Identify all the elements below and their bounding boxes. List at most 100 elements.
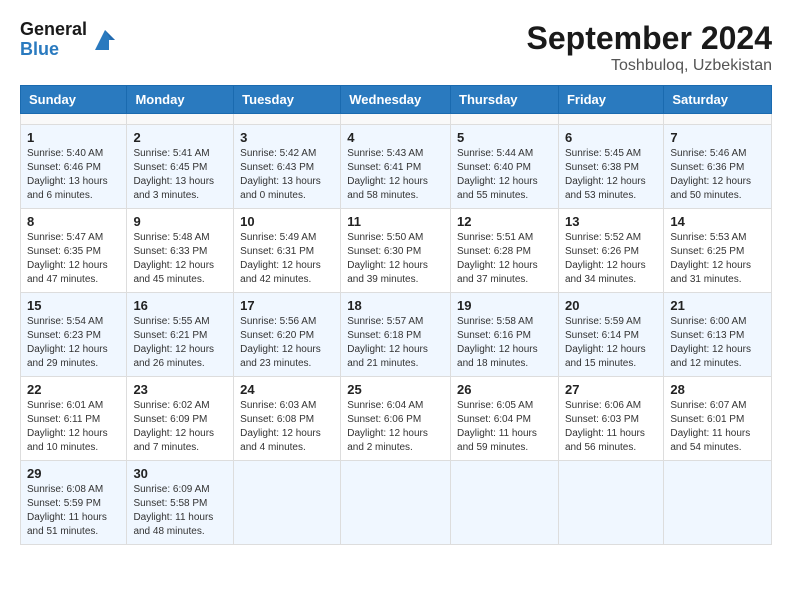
- calendar-cell: 13Sunrise: 5:52 AMSunset: 6:26 PMDayligh…: [558, 209, 663, 293]
- day-header-sunday: Sunday: [21, 86, 127, 114]
- day-number: 18: [347, 298, 444, 313]
- logo: General Blue: [20, 20, 119, 60]
- calendar-cell: 3 Sunrise: 5:42 AMSunset: 6:43 PMDaylight…: [234, 125, 341, 209]
- day-info: Sunrise: 6:06 AMSunset: 6:03 PMDaylight:…: [565, 399, 657, 455]
- calendar-cell: [664, 114, 772, 125]
- calendar-cell: 16 Sunrise: 5:55 AMSunset: 6:21 PMDayligh…: [127, 293, 234, 377]
- day-header-saturday: Saturday: [664, 86, 772, 114]
- calendar-cell: 25 Sunrise: 6:04 AMSunset: 6:06 PMDayligh…: [341, 377, 451, 461]
- calendar-cell: 18 Sunrise: 5:57 AMSunset: 6:18 PMDayligh…: [341, 293, 451, 377]
- day-info: Sunrise: 5:46 AMSunset: 6:36 PMDaylight:…: [670, 147, 765, 203]
- day-info: Sunrise: 6:04 AMSunset: 6:06 PMDaylight:…: [347, 399, 444, 455]
- calendar-cell: 14 Sunrise: 5:53 AMSunset: 6:25 PMDayligh…: [664, 209, 772, 293]
- day-number: 1: [27, 130, 120, 145]
- logo-text: General Blue: [20, 20, 87, 60]
- day-number: 2: [133, 130, 227, 145]
- calendar-cell: 30 Sunrise: 6:09 AMSunset: 5:58 PMDayligh…: [127, 461, 234, 545]
- day-number: 17: [240, 298, 334, 313]
- day-info: Sunrise: 5:53 AMSunset: 6:25 PMDaylight:…: [670, 231, 765, 287]
- calendar-cell: [451, 114, 559, 125]
- day-number: 30: [133, 466, 227, 481]
- day-header-tuesday: Tuesday: [234, 86, 341, 114]
- day-info: Sunrise: 6:03 AMSunset: 6:08 PMDaylight:…: [240, 399, 334, 455]
- day-info: Sunrise: 5:52 AMSunset: 6:26 PMDaylight:…: [565, 231, 657, 287]
- day-info: Sunrise: 5:54 AMSunset: 6:23 PMDaylight:…: [27, 315, 120, 371]
- day-number: 11: [347, 214, 444, 229]
- calendar-cell: 19 Sunrise: 5:58 AMSunset: 6:16 PMDayligh…: [451, 293, 559, 377]
- calendar-cell: 20Sunrise: 5:59 AMSunset: 6:14 PMDayligh…: [558, 293, 663, 377]
- calendar-cell: [127, 114, 234, 125]
- calendar-cell: 23 Sunrise: 6:02 AMSunset: 6:09 PMDayligh…: [127, 377, 234, 461]
- calendar-cell: 24 Sunrise: 6:03 AMSunset: 6:08 PMDayligh…: [234, 377, 341, 461]
- day-number: 15: [27, 298, 120, 313]
- calendar-cell: 7 Sunrise: 5:46 AMSunset: 6:36 PMDaylight…: [664, 125, 772, 209]
- day-number: 8: [27, 214, 120, 229]
- day-header-friday: Friday: [558, 86, 663, 114]
- calendar-cell: 15 Sunrise: 5:54 AMSunset: 6:23 PMDayligh…: [21, 293, 127, 377]
- day-info: Sunrise: 5:55 AMSunset: 6:21 PMDaylight:…: [133, 315, 227, 371]
- day-number: 26: [457, 382, 552, 397]
- day-number: 27: [565, 382, 657, 397]
- calendar-week-row: 1Sunrise: 5:40 AMSunset: 6:46 PMDaylight…: [21, 125, 772, 209]
- day-header-thursday: Thursday: [451, 86, 559, 114]
- calendar-cell: [664, 461, 772, 545]
- day-info: Sunrise: 5:43 AMSunset: 6:41 PMDaylight:…: [347, 147, 444, 203]
- day-number: 10: [240, 214, 334, 229]
- calendar-cell: 27 Sunrise: 6:06 AMSunset: 6:03 PMDayligh…: [558, 377, 663, 461]
- calendar-cell: 28 Sunrise: 6:07 AMSunset: 6:01 PMDayligh…: [664, 377, 772, 461]
- day-info: Sunrise: 5:59 AMSunset: 6:14 PMDaylight:…: [565, 315, 657, 371]
- day-info: Sunrise: 5:57 AMSunset: 6:18 PMDaylight:…: [347, 315, 444, 371]
- day-number: 25: [347, 382, 444, 397]
- day-number: 7: [670, 130, 765, 145]
- day-number: 28: [670, 382, 765, 397]
- calendar-cell: 4 Sunrise: 5:43 AMSunset: 6:41 PMDaylight…: [341, 125, 451, 209]
- calendar-week-row: [21, 114, 772, 125]
- day-number: 5: [457, 130, 552, 145]
- day-info: Sunrise: 6:08 AMSunset: 5:59 PMDaylight:…: [27, 483, 120, 539]
- day-info: Sunrise: 6:01 AMSunset: 6:11 PMDaylight:…: [27, 399, 120, 455]
- day-info: Sunrise: 5:45 AMSunset: 6:38 PMDaylight:…: [565, 147, 657, 203]
- day-number: 4: [347, 130, 444, 145]
- day-number: 19: [457, 298, 552, 313]
- day-info: Sunrise: 5:50 AMSunset: 6:30 PMDaylight:…: [347, 231, 444, 287]
- day-info: Sunrise: 6:09 AMSunset: 5:58 PMDaylight:…: [133, 483, 227, 539]
- day-info: Sunrise: 5:58 AMSunset: 6:16 PMDaylight:…: [457, 315, 552, 371]
- day-info: Sunrise: 5:47 AMSunset: 6:35 PMDaylight:…: [27, 231, 120, 287]
- calendar-cell: [234, 461, 341, 545]
- day-info: Sunrise: 6:02 AMSunset: 6:09 PMDaylight:…: [133, 399, 227, 455]
- day-number: 3: [240, 130, 334, 145]
- calendar-cell: 10Sunrise: 5:49 AMSunset: 6:31 PMDayligh…: [234, 209, 341, 293]
- calendar-cell: [21, 114, 127, 125]
- calendar-cell: 6Sunrise: 5:45 AMSunset: 6:38 PMDaylight…: [558, 125, 663, 209]
- day-number: 14: [670, 214, 765, 229]
- day-info: Sunrise: 6:07 AMSunset: 6:01 PMDaylight:…: [670, 399, 765, 455]
- calendar-cell: [341, 461, 451, 545]
- day-info: Sunrise: 5:56 AMSunset: 6:20 PMDaylight:…: [240, 315, 334, 371]
- calendar-cell: 8 Sunrise: 5:47 AMSunset: 6:35 PMDaylight…: [21, 209, 127, 293]
- calendar-cell: [234, 114, 341, 125]
- calendar-cell: 2 Sunrise: 5:41 AMSunset: 6:45 PMDaylight…: [127, 125, 234, 209]
- day-info: Sunrise: 6:05 AMSunset: 6:04 PMDaylight:…: [457, 399, 552, 455]
- day-header-wednesday: Wednesday: [341, 86, 451, 114]
- day-info: Sunrise: 5:42 AMSunset: 6:43 PMDaylight:…: [240, 147, 334, 203]
- calendar-week-row: 8 Sunrise: 5:47 AMSunset: 6:35 PMDaylight…: [21, 209, 772, 293]
- calendar-cell: 21Sunrise: 6:00 AMSunset: 6:13 PMDayligh…: [664, 293, 772, 377]
- calendar: SundayMondayTuesdayWednesdayThursdayFrid…: [20, 85, 772, 545]
- day-info: Sunrise: 6:00 AMSunset: 6:13 PMDaylight:…: [670, 315, 765, 371]
- day-number: 12: [457, 214, 552, 229]
- day-info: Sunrise: 5:51 AMSunset: 6:28 PMDaylight:…: [457, 231, 552, 287]
- day-number: 24: [240, 382, 334, 397]
- header: General Blue September 2024 Toshbuloq, U…: [20, 20, 772, 75]
- day-number: 23: [133, 382, 227, 397]
- title-area: September 2024 Toshbuloq, Uzbekistan: [527, 20, 772, 75]
- day-info: Sunrise: 5:41 AMSunset: 6:45 PMDaylight:…: [133, 147, 227, 203]
- calendar-cell: 11 Sunrise: 5:50 AMSunset: 6:30 PMDayligh…: [341, 209, 451, 293]
- calendar-cell: [451, 461, 559, 545]
- calendar-cell: [558, 461, 663, 545]
- calendar-cell: 5Sunrise: 5:44 AMSunset: 6:40 PMDaylight…: [451, 125, 559, 209]
- calendar-week-row: 15 Sunrise: 5:54 AMSunset: 6:23 PMDayligh…: [21, 293, 772, 377]
- day-number: 22: [27, 382, 120, 397]
- day-number: 29: [27, 466, 120, 481]
- calendar-cell: [558, 114, 663, 125]
- day-number: 16: [133, 298, 227, 313]
